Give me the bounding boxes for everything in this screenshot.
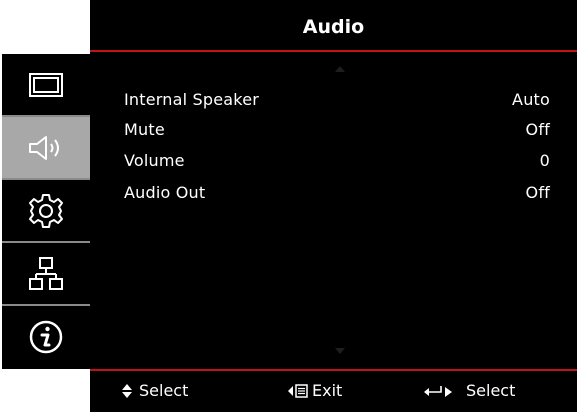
hint-exit: Exit [287, 374, 342, 408]
up-down-arrows-icon [122, 384, 132, 398]
menu-item-value: Off [525, 183, 550, 202]
sidebar-item-information[interactable] [2, 306, 90, 367]
menu-item-value: Auto [512, 90, 550, 109]
hint-label: Select [139, 381, 189, 400]
speaker-icon [29, 135, 59, 160]
audio-menu-panel: Audio Internal Speaker Auto Mute Off Vol… [90, 0, 577, 412]
menu-item-label: Volume [124, 151, 185, 170]
hint-label: Exit [312, 381, 343, 400]
display-icon [29, 72, 63, 97]
title-divider [90, 50, 577, 52]
page-title: Audio [302, 16, 365, 38]
sidebar [2, 54, 90, 369]
footer-divider [90, 369, 577, 371]
enter-arrow-icon [424, 386, 452, 397]
footer-hints: Select Exit Select [90, 374, 577, 408]
menu-item-volume[interactable]: Volume 0 [124, 149, 550, 173]
hint-label: Select [466, 381, 516, 400]
network-icon [29, 256, 63, 290]
menu-item-label: Mute [124, 120, 165, 139]
sidebar-item-display[interactable] [2, 54, 90, 115]
menu-item-audio-out[interactable]: Audio Out Off [124, 181, 550, 205]
scroll-up-icon [335, 66, 345, 72]
back-menu-icon [288, 384, 308, 398]
menu-item-value: 0 [539, 151, 550, 170]
sidebar-item-audio[interactable] [2, 117, 90, 178]
scroll-down-icon [335, 348, 345, 354]
info-icon [29, 320, 63, 353]
hint-enter-select: Select [423, 374, 515, 408]
menu-item-internal-speaker[interactable]: Internal Speaker Auto [124, 88, 550, 112]
menu-item-label: Audio Out [124, 183, 206, 202]
menu-item-value: Off [525, 120, 550, 139]
sidebar-item-settings[interactable] [2, 180, 90, 241]
menu-item-label: Internal Speaker [124, 90, 260, 109]
sidebar-item-network[interactable] [2, 243, 90, 304]
menu-item-mute[interactable]: Mute Off [124, 118, 550, 142]
gear-icon [29, 193, 63, 228]
hint-select-updown: Select [120, 374, 188, 408]
